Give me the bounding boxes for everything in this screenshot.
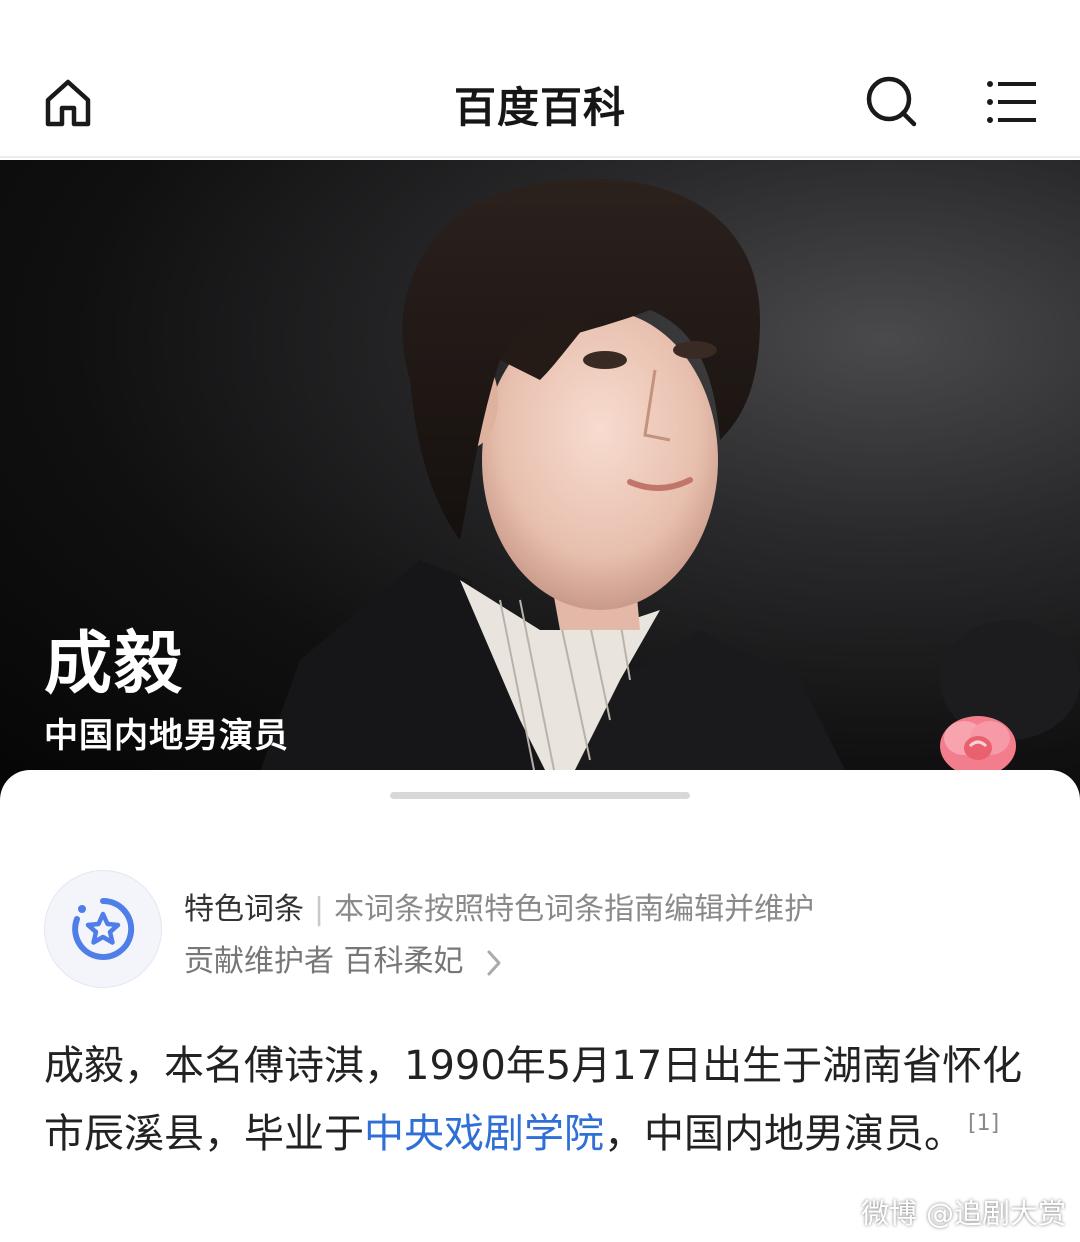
menu-icon — [987, 81, 1036, 123]
featured-tag: 特色词条 — [184, 892, 304, 927]
maintainer-name: 百科柔妃 — [343, 944, 464, 979]
content-sheet: 特色词条 | 本词条按照特色词条指南编辑并维护 贡献维护者 百科柔妃 成毅，本名傅诗… — [0, 770, 1080, 1242]
maintainer-link[interactable]: 贡献维护者 百科柔妃 — [184, 936, 503, 980]
entry-subtitle: 中国内地男演员 — [44, 716, 289, 756]
reference-link[interactable]: [1] — [968, 1111, 999, 1136]
entry-summary: 成毅，本名傅诗淇，1990年5月17日出生于湖南省怀化市辰溪县，毕业于中央戏剧学… — [44, 1032, 1044, 1168]
chevron-right-icon — [487, 950, 501, 975]
school-link[interactable]: 中央戏剧学院 — [364, 1111, 604, 1157]
featured-badge — [44, 870, 162, 988]
drag-handle[interactable] — [390, 792, 690, 799]
menu-button[interactable] — [980, 70, 1044, 134]
hero-banner[interactable]: 成毅 中国内地男演员 — [0, 160, 1080, 800]
featured-description: 本词条按照特色词条指南编辑并维护 — [334, 892, 815, 927]
watermark: 微博 @追剧大赏 — [861, 1197, 1066, 1230]
flower-icon[interactable] — [930, 708, 1026, 778]
search-icon — [866, 76, 917, 127]
featured-info-line: 特色词条 | 本词条按照特色词条指南编辑并维护 — [184, 884, 814, 928]
entry-title: 成毅 — [44, 625, 185, 704]
separator: | — [314, 892, 325, 927]
top-nav-bar: 百度百科 — [0, 0, 1080, 158]
summary-text-2: ，中国内地男演员。 — [604, 1111, 964, 1157]
search-button[interactable] — [860, 70, 924, 134]
star-badge-icon — [72, 897, 135, 960]
featured-entry-banner: 特色词条 | 本词条按照特色词条指南编辑并维护 贡献维护者 百科柔妃 — [44, 870, 1044, 990]
maintainer-label: 贡献维护者 — [184, 944, 334, 979]
